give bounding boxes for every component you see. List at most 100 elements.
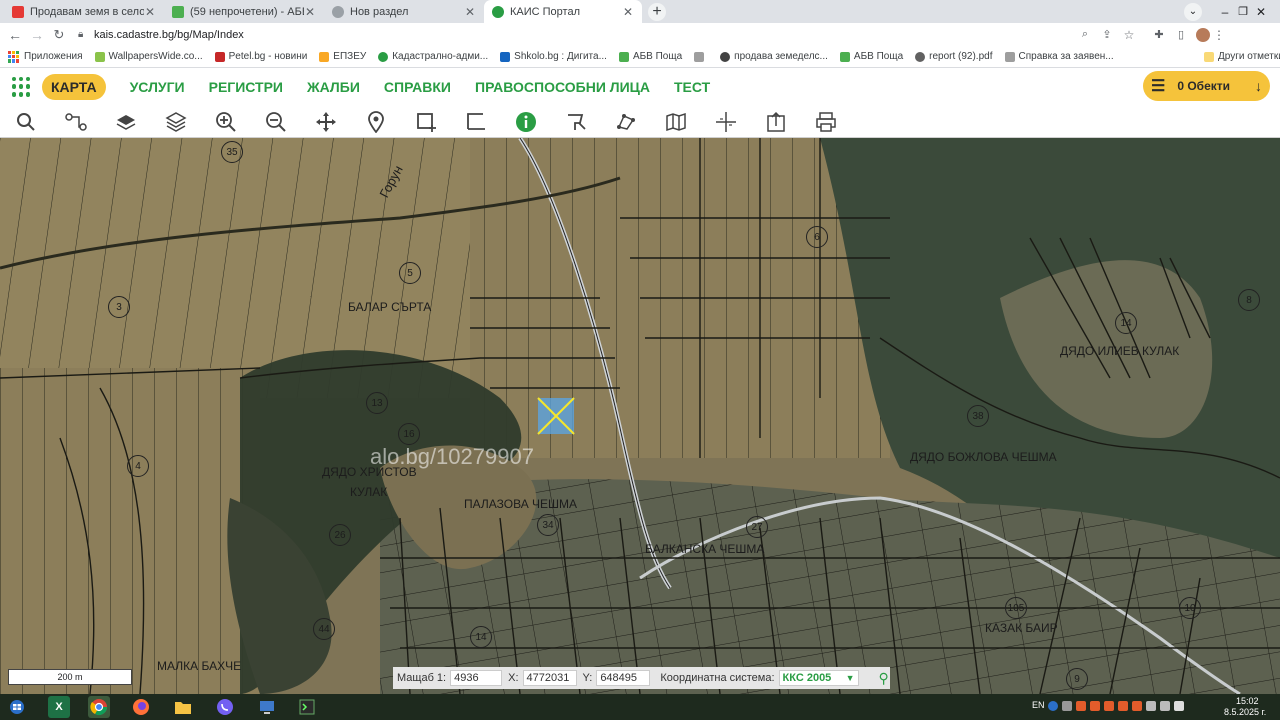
bookmark-favicon-icon xyxy=(214,51,225,62)
reload-icon[interactable]: ↻ xyxy=(48,27,70,43)
cadastral-map[interactable]: БАЛАР СЪРТА ДЯДО ИЛИЕВ КУЛАК ДЯДО БОЖЛОВ… xyxy=(0,138,1280,694)
back-icon[interactable]: ← xyxy=(4,27,26,43)
nav-test[interactable]: ТЕСТ xyxy=(674,79,710,95)
location-pin-icon[interactable] xyxy=(364,110,388,134)
url-input[interactable]: kais.cadastre.bg/bg/Map/Index xyxy=(94,29,1074,41)
bookmark-label: АБВ Поща xyxy=(853,51,904,62)
arrow-down-icon: ↓ xyxy=(1255,78,1262,94)
bookmark-favicon-icon xyxy=(319,51,330,62)
map-icon[interactable] xyxy=(664,110,688,134)
other-bookmarks[interactable]: Други отметки xyxy=(1204,51,1280,62)
tray-icons[interactable] xyxy=(1048,701,1188,713)
layers-stack-icon[interactable] xyxy=(164,110,188,134)
clock-time[interactable]: 15:02 xyxy=(1236,696,1259,706)
nav-references[interactable]: СПРАВКИ xyxy=(384,79,451,95)
browser-tab[interactable]: Продавам земя в село Пет могил ✕ xyxy=(4,0,164,23)
windows-start-icon[interactable] xyxy=(6,696,28,718)
nav-licensed-persons[interactable]: ПРАВОСПОСОБНИ ЛИЦА xyxy=(475,79,650,95)
bookmark-favicon-icon xyxy=(1004,51,1015,62)
browser-tab-active[interactable]: КАИС Портал ✕ xyxy=(484,0,642,23)
bookmark-item[interactable]: WallpapersWide.co... xyxy=(94,51,203,62)
map-status-bar: Мащаб 1: 4936 X: 4772031 Y: 648495 Коорд… xyxy=(393,667,890,689)
nav-complaints[interactable]: ЖАЛБИ xyxy=(307,79,360,95)
close-window-icon[interactable]: ✕ xyxy=(1252,5,1270,19)
excel-icon[interactable]: X xyxy=(48,696,70,718)
select-area-icon[interactable] xyxy=(414,110,438,134)
avatar[interactable] xyxy=(1196,27,1210,42)
objects-button[interactable]: ☰ 0 Обекти ↓ xyxy=(1143,71,1270,101)
sidepanel-icon[interactable]: ▯ xyxy=(1170,28,1192,41)
parcel-number: 8 xyxy=(1238,289,1260,311)
zoom-in-icon[interactable] xyxy=(214,110,238,134)
bookmark-item[interactable]: Кадастрално-адми... xyxy=(378,51,488,62)
tab-favicon-icon xyxy=(492,5,504,18)
map-place-label: БАЛАР СЪРТА xyxy=(348,300,432,314)
nav-map[interactable]: КАРТА xyxy=(42,73,106,100)
other-bookmarks-label: Други отметки xyxy=(1218,51,1280,62)
settings-path-icon[interactable] xyxy=(64,110,88,134)
forward-icon[interactable]: → xyxy=(26,27,48,43)
bookmark-item[interactable]: АБВ Поща xyxy=(618,51,682,62)
scale-input[interactable]: 4936 xyxy=(450,670,503,686)
zoom-out-icon[interactable] xyxy=(264,110,288,134)
close-tab-icon[interactable]: ✕ xyxy=(144,5,156,19)
measure-icon[interactable] xyxy=(464,110,488,134)
bookmark-item[interactable]: Справка за заявен... xyxy=(1004,51,1114,62)
print-icon[interactable] xyxy=(814,110,838,134)
minimize-icon[interactable]: – xyxy=(1216,5,1234,19)
search-icon[interactable] xyxy=(14,110,38,134)
close-tab-icon[interactable]: ✕ xyxy=(622,5,634,19)
apps-grid-icon[interactable] xyxy=(8,50,20,63)
map-place-label: ДЯДО БОЖЛОВА ЧЕШМА xyxy=(910,450,1057,464)
extensions-icon[interactable]: ✚ xyxy=(1148,28,1170,41)
menu-dots-icon[interactable]: ⋮ xyxy=(1210,28,1228,42)
parcel-number: 5 xyxy=(399,262,421,284)
chevron-down-icon: ▼ xyxy=(845,673,855,683)
search-coordinates-icon[interactable]: ⚲ xyxy=(879,670,889,687)
nav-services[interactable]: УСЛУГИ xyxy=(130,79,185,95)
maximize-icon[interactable]: ❐ xyxy=(1234,5,1252,18)
tab-search-icon[interactable]: ⌄ xyxy=(1184,2,1202,21)
hamburger-icon: ☰ xyxy=(1151,78,1166,95)
firefox-icon[interactable] xyxy=(130,696,152,718)
vertex-icon[interactable] xyxy=(614,110,638,134)
y-label: Y: xyxy=(582,672,593,684)
nav-registers[interactable]: РЕГИСТРИ xyxy=(209,79,283,95)
chrome-icon[interactable] xyxy=(88,696,110,718)
info-icon[interactable] xyxy=(514,110,538,134)
apps-menu-icon[interactable] xyxy=(12,76,32,97)
select-polygon-icon[interactable] xyxy=(564,110,588,134)
pan-icon[interactable] xyxy=(314,110,338,134)
bookmark-item[interactable]: ЕПЗЕУ xyxy=(319,51,366,62)
export-icon[interactable] xyxy=(764,110,788,134)
map-place-label: МАЛКА БАХЧЕ xyxy=(157,659,242,673)
new-tab-button[interactable]: + xyxy=(648,3,666,21)
close-tab-icon[interactable]: ✕ xyxy=(304,5,316,19)
browser-tab[interactable]: (59 непрочетени) - АБВ поща ✕ xyxy=(164,0,324,23)
lock-icon[interactable]: 🔒︎ xyxy=(78,29,90,40)
bookmark-item[interactable]: Shkolo.bg : Дигита... xyxy=(500,51,607,62)
bookmark-item[interactable]: АБВ Поща xyxy=(839,51,904,62)
viber-icon[interactable] xyxy=(214,696,236,718)
clock-date[interactable]: 8.5.2025 г. xyxy=(1224,707,1266,717)
bookmark-item[interactable]: продава земеделс... xyxy=(720,51,828,62)
bookmark-favicon-icon xyxy=(618,51,629,62)
browser-tab[interactable]: Нов раздел ✕ xyxy=(324,0,484,23)
bookmark-item[interactable]: report (92).pdf xyxy=(915,51,993,62)
zoom-icon[interactable]: ⌕ xyxy=(1074,28,1096,41)
layers-icon[interactable] xyxy=(114,110,138,134)
bookmark-label: Приложения xyxy=(24,51,83,62)
tab-title: Нов раздел xyxy=(350,5,409,18)
file-explorer-icon[interactable] xyxy=(172,696,194,718)
share-icon[interactable]: ⇪ xyxy=(1096,28,1118,41)
crs-select[interactable]: ККС 2005 ▼ xyxy=(778,670,859,686)
network-app-icon[interactable] xyxy=(256,696,278,718)
bookmark-item[interactable]: Приложения xyxy=(24,51,83,62)
crosshair-icon[interactable] xyxy=(714,110,738,134)
bookmark-item[interactable]: Petel.bg - новини xyxy=(214,51,307,62)
terminal-app-icon[interactable] xyxy=(296,696,318,718)
bookmark-star-icon[interactable]: ☆ xyxy=(1118,28,1140,42)
bookmark-item[interactable] xyxy=(694,51,708,62)
close-tab-icon[interactable]: ✕ xyxy=(464,5,476,19)
language-indicator[interactable]: EN xyxy=(1032,700,1045,710)
